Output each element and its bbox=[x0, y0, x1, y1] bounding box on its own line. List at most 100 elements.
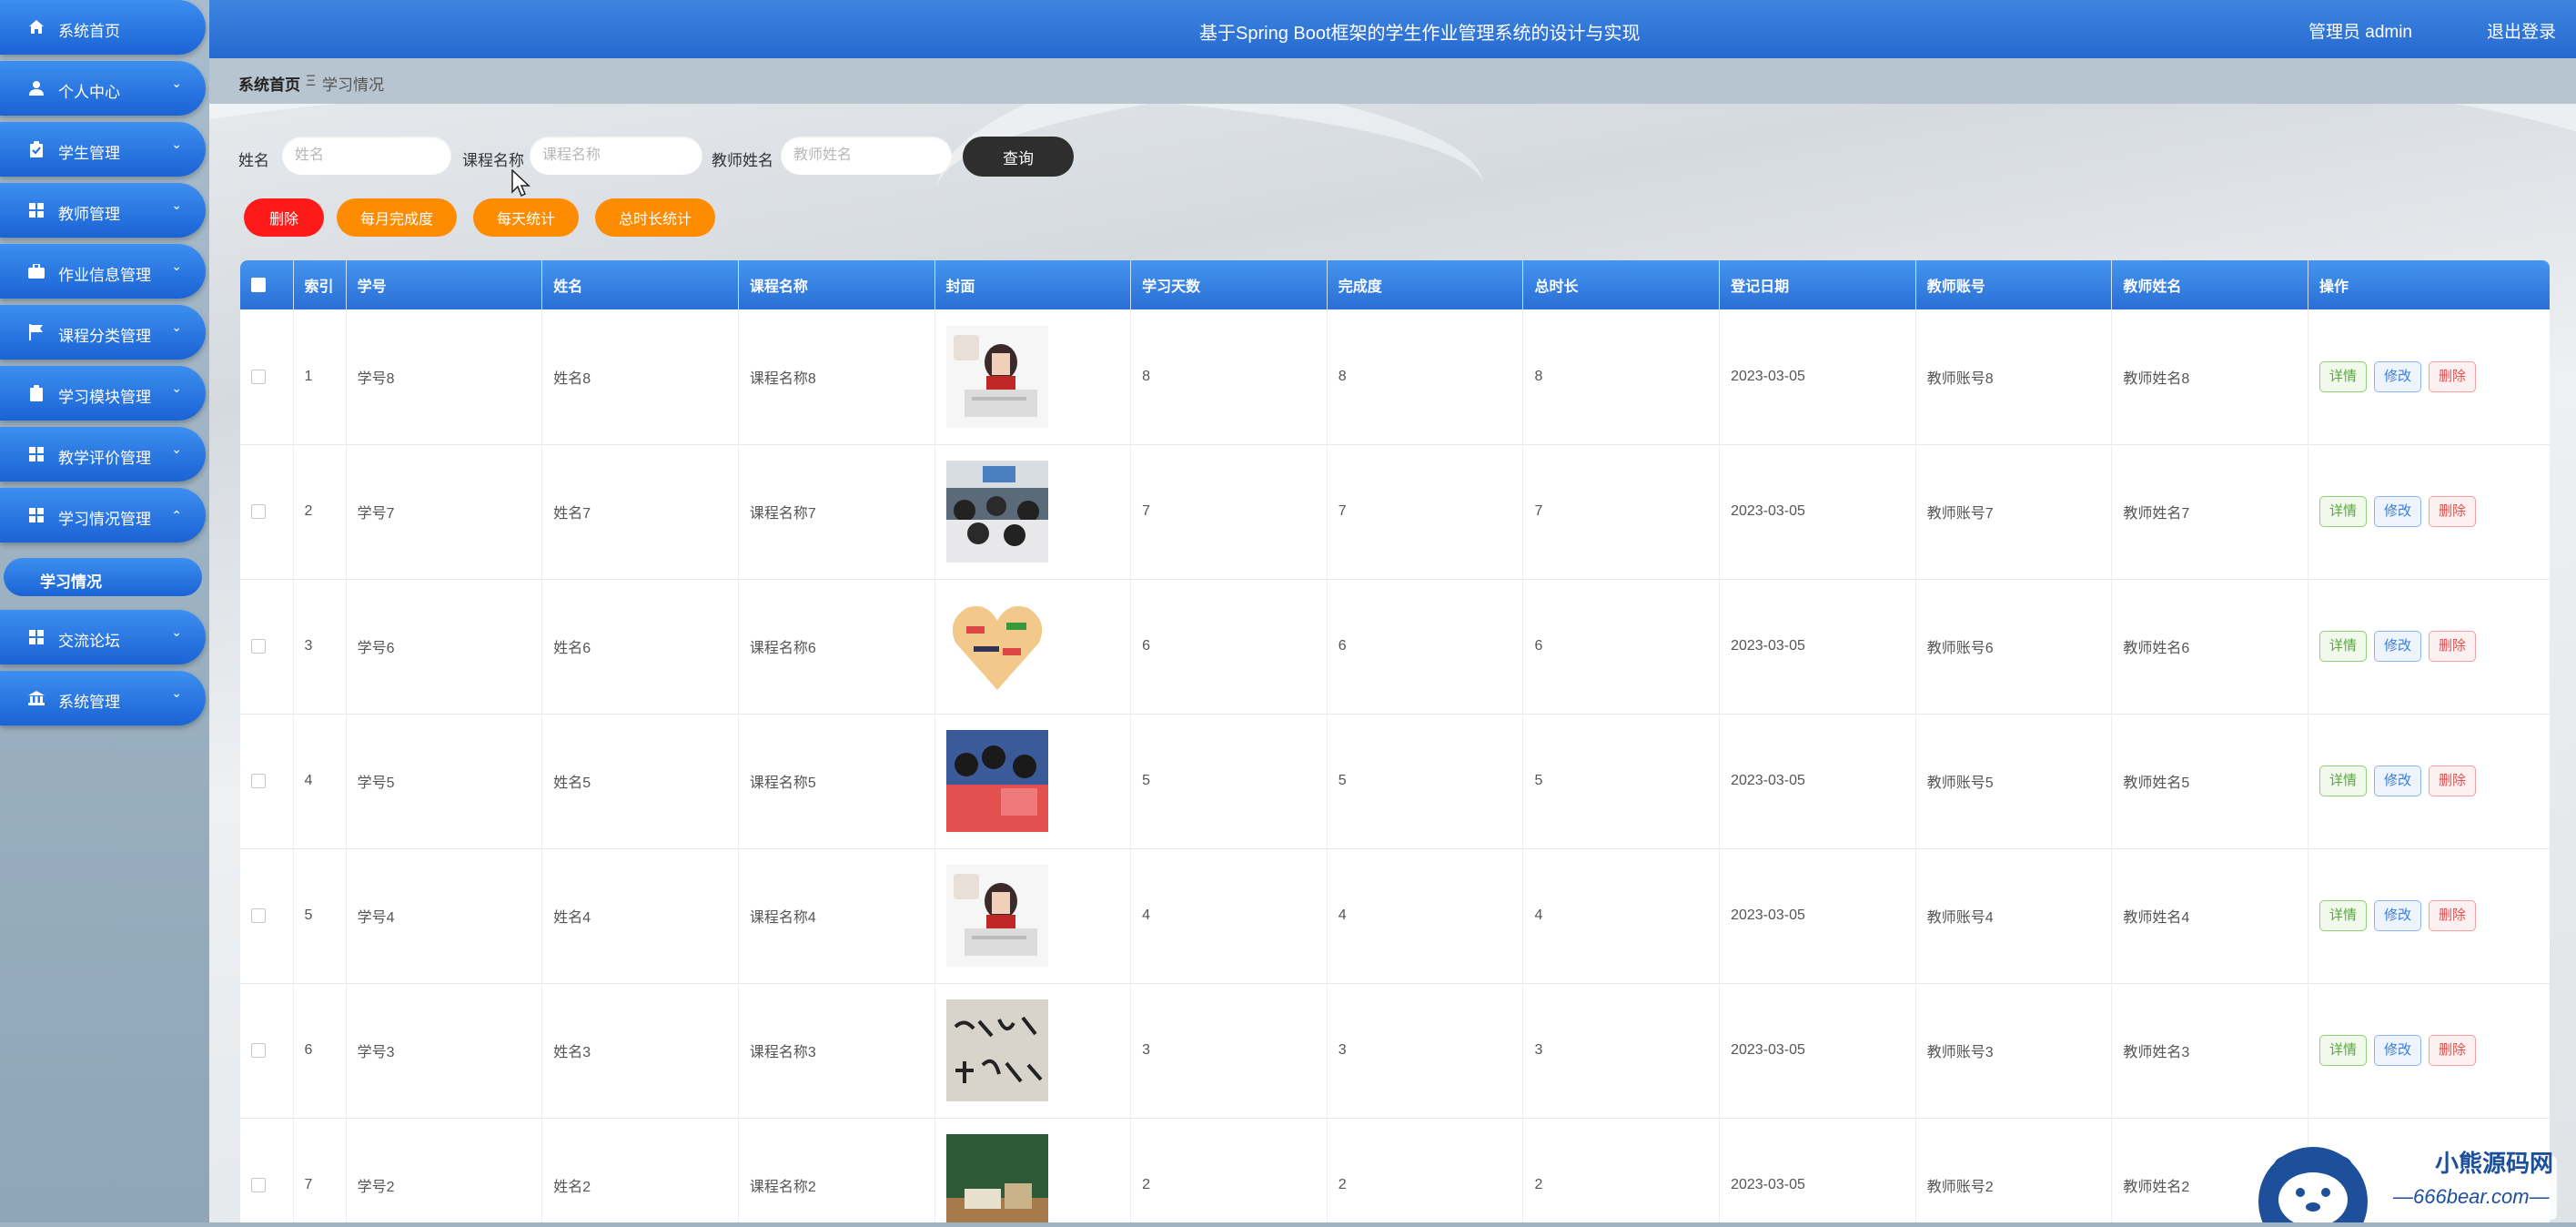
name-search-input[interactable] bbox=[282, 137, 451, 175]
sidebar-item-label: 交流论坛 bbox=[58, 633, 120, 650]
cover-image[interactable] bbox=[945, 730, 1048, 832]
column-header: 学号 bbox=[346, 260, 543, 309]
sidebar-item-homework[interactable]: 作业信息管理 ⌄ bbox=[0, 244, 206, 299]
grid-icon bbox=[27, 445, 45, 463]
cover-image[interactable] bbox=[945, 865, 1048, 967]
breadcrumb-home[interactable]: 系统首页 bbox=[238, 72, 300, 95]
table-row: 6 学号3 姓名3 课程名称3 3 3 3 2023-03-05 教师账号3 教… bbox=[240, 983, 2550, 1118]
delete-button[interactable]: 删除 bbox=[2429, 631, 2477, 662]
edit-button[interactable]: 修改 bbox=[2374, 1035, 2422, 1066]
edit-button[interactable]: 修改 bbox=[2374, 496, 2422, 527]
row-checkbox[interactable] bbox=[251, 1042, 266, 1058]
row-checkbox[interactable] bbox=[251, 773, 266, 788]
sidebar-item-students[interactable]: 学生管理 ⌄ bbox=[0, 122, 206, 177]
cover-image[interactable] bbox=[945, 325, 1048, 428]
select-all-checkbox[interactable] bbox=[251, 277, 266, 292]
delete-button[interactable]: 删除 bbox=[2429, 1035, 2477, 1066]
detail-button[interactable]: 详情 bbox=[2319, 900, 2368, 931]
total-duration-button[interactable]: 总时长统计 bbox=[595, 198, 715, 237]
cell-cover bbox=[934, 579, 1132, 714]
cell-days: 4 bbox=[1130, 848, 1328, 983]
cell-student-no: 学号4 bbox=[346, 848, 543, 983]
cell-cover bbox=[934, 309, 1132, 444]
cell-course: 课程名称2 bbox=[738, 1118, 935, 1222]
detail-button[interactable]: 详情 bbox=[2319, 360, 2368, 392]
sidebar-item-system[interactable]: 系统管理 ⌄ bbox=[0, 671, 206, 725]
teacher-search-input[interactable] bbox=[781, 137, 952, 175]
top-header: 基于Spring Boot框架的学生作业管理系统的设计与实现 管理员 admin… bbox=[209, 0, 2576, 58]
batch-delete-button[interactable]: 删除 bbox=[244, 198, 324, 237]
sidebar-item-study-module[interactable]: 学习模块管理 ⌄ bbox=[0, 366, 206, 421]
cell-completion: 6 bbox=[1327, 579, 1524, 714]
row-checkbox[interactable] bbox=[251, 369, 266, 384]
sidebar-item-forum[interactable]: 交流论坛 ⌄ bbox=[0, 610, 206, 664]
cell-name: 姓名4 bbox=[541, 848, 739, 983]
sidebar-item-teaching-eval[interactable]: 教学评价管理 ⌄ bbox=[0, 427, 206, 482]
query-button[interactable]: 查询 bbox=[963, 137, 1074, 177]
cover-image[interactable] bbox=[945, 999, 1048, 1101]
row-select-cell bbox=[240, 848, 294, 983]
sidebar-subitem-study-status[interactable]: 学习情况 bbox=[4, 558, 202, 596]
cell-operations: 详情 修改 删除 bbox=[2308, 309, 2551, 444]
daily-stats-button[interactable]: 每天统计 bbox=[473, 198, 579, 237]
cell-operations: 详情 修改 删除 bbox=[2308, 579, 2551, 714]
detail-button[interactable]: 详情 bbox=[2319, 496, 2368, 527]
row-select-cell bbox=[240, 714, 294, 848]
delete-button[interactable]: 删除 bbox=[2429, 766, 2477, 796]
detail-button[interactable]: 详情 bbox=[2319, 631, 2368, 662]
cell-completion: 4 bbox=[1327, 848, 1524, 983]
sidebar-item-home[interactable]: 系统首页 bbox=[0, 0, 206, 55]
watermark-url: —666bear.com— bbox=[2393, 1185, 2550, 1208]
cell-duration: 2 bbox=[1522, 1118, 1721, 1222]
row-select-cell bbox=[240, 309, 294, 444]
sidebar-item-profile[interactable]: 个人中心 ⌄ bbox=[0, 61, 206, 116]
delete-button[interactable]: 删除 bbox=[2429, 900, 2477, 931]
delete-button[interactable]: 删除 bbox=[2429, 360, 2477, 392]
cell-date: 2023-03-05 bbox=[1719, 848, 1916, 983]
monthly-completion-button[interactable]: 每月完成度 bbox=[337, 198, 457, 237]
row-checkbox[interactable] bbox=[251, 503, 266, 519]
chevron-down-icon: ⌄ bbox=[171, 137, 182, 151]
edit-button[interactable]: 修改 bbox=[2374, 766, 2422, 796]
cover-image[interactable] bbox=[945, 595, 1048, 697]
row-checkbox[interactable] bbox=[251, 638, 266, 654]
sidebar-item-label: 作业信息管理 bbox=[58, 267, 151, 284]
row-checkbox[interactable] bbox=[251, 908, 266, 923]
column-header: 操作 bbox=[2319, 279, 2349, 295]
clipboard-icon bbox=[27, 140, 45, 158]
cell-teacher-account: 教师账号3 bbox=[1915, 983, 2113, 1118]
cell-teacher-account: 教师账号2 bbox=[1915, 1118, 2113, 1222]
row-checkbox[interactable] bbox=[251, 1177, 266, 1192]
sidebar-item-teachers[interactable]: 教师管理 ⌄ bbox=[0, 183, 206, 238]
detail-button[interactable]: 详情 bbox=[2319, 1035, 2368, 1066]
cell-operations: 详情 修改 删除 bbox=[2308, 444, 2551, 579]
cover-image[interactable] bbox=[945, 461, 1048, 563]
cell-days: 7 bbox=[1130, 444, 1328, 579]
cell-date: 2023-03-05 bbox=[1719, 714, 1916, 848]
delete-button[interactable]: 删除 bbox=[2429, 496, 2477, 527]
course-search-input[interactable] bbox=[530, 137, 702, 175]
sidebar-item-label: 教学评价管理 bbox=[58, 450, 151, 467]
edit-button[interactable]: 修改 bbox=[2374, 631, 2422, 662]
sidebar-item-label: 个人中心 bbox=[58, 84, 120, 101]
cell-index: 4 bbox=[293, 714, 347, 848]
detail-button[interactable]: 详情 bbox=[2319, 766, 2368, 796]
cover-image[interactable] bbox=[945, 1134, 1048, 1222]
sidebar-item-study-status[interactable]: 学习情况管理 ⌃ bbox=[0, 488, 206, 543]
cell-operations: 详情 修改 删除 bbox=[2308, 848, 2551, 983]
edit-button[interactable]: 修改 bbox=[2374, 900, 2422, 931]
edit-button[interactable]: 修改 bbox=[2374, 360, 2422, 392]
sidebar: 系统首页 个人中心 ⌄ 学生管理 ⌄ 教师管理 ⌄ 作业信息管理 ⌄ 课程分类管… bbox=[0, 0, 209, 1222]
cell-days: 3 bbox=[1130, 983, 1328, 1118]
bank-icon bbox=[27, 689, 45, 707]
cell-course: 课程名称3 bbox=[738, 983, 935, 1118]
logout-link[interactable]: 退出登录 bbox=[2487, 18, 2556, 43]
cell-course: 课程名称7 bbox=[738, 444, 935, 579]
cell-student-no: 学号6 bbox=[346, 579, 543, 714]
cell-days: 6 bbox=[1130, 579, 1328, 714]
cell-teacher-account: 教师账号4 bbox=[1915, 848, 2113, 983]
row-select-cell bbox=[240, 1118, 294, 1222]
cell-cover bbox=[934, 848, 1132, 983]
sidebar-item-course-category[interactable]: 课程分类管理 ⌄ bbox=[0, 305, 206, 360]
breadcrumb: 系统首页 Ξ 学习情况 bbox=[209, 58, 2576, 104]
